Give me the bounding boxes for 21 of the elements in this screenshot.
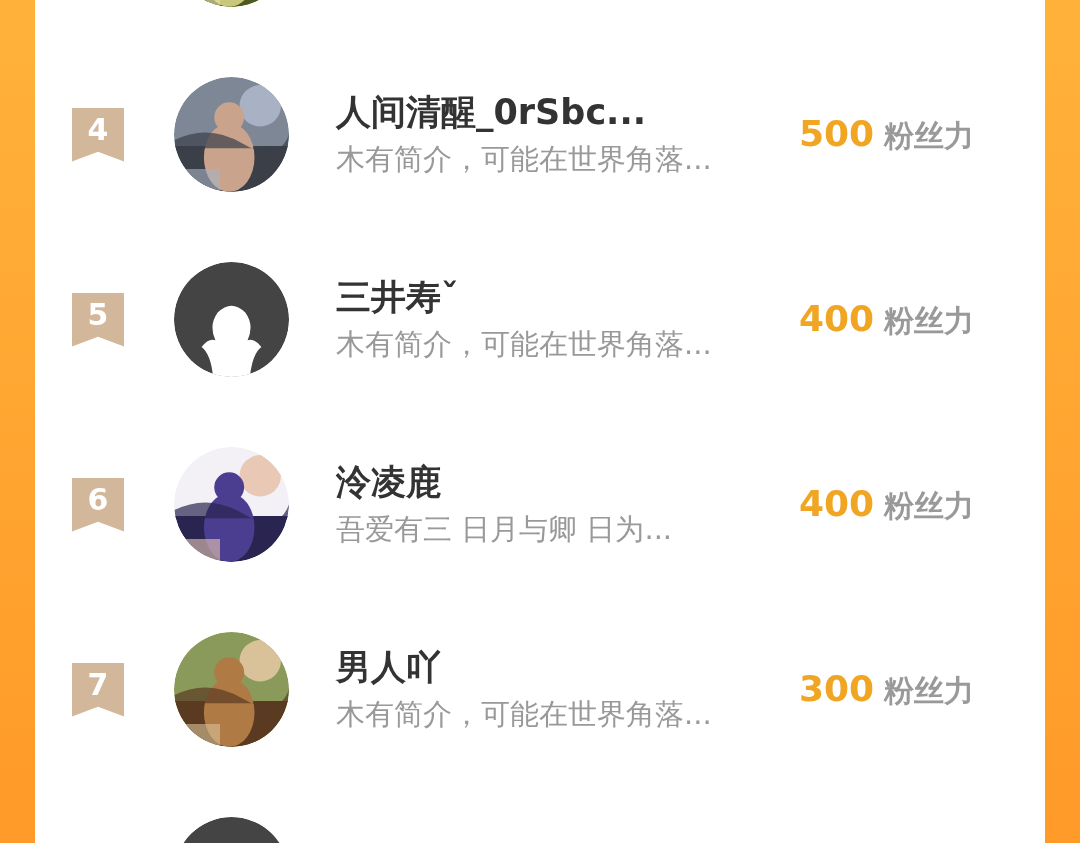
user-bio: 木有简介，可能在世界角落... xyxy=(336,141,713,178)
user-bio: 木有简介，可能在世界角落... xyxy=(336,696,713,733)
rank-badge: 7 xyxy=(72,662,124,717)
fan-score: 400 xyxy=(799,297,875,339)
score-unit: 粉丝力 xyxy=(884,487,975,523)
user-bio: 木有简介，可能在世界角落... xyxy=(336,326,713,363)
user-name: 三井寿ˇ xyxy=(336,276,460,319)
score-unit: 粉丝力 xyxy=(884,117,975,153)
user-name: 男人吖 xyxy=(336,646,442,689)
user-bio: 吾爱有三 日月与卿 日为... xyxy=(336,511,674,548)
score-unit: 粉丝力 xyxy=(884,672,975,708)
rank-badge: 6 xyxy=(72,477,124,532)
user-name: 泠凌鹿 xyxy=(336,461,442,504)
default-avatar-icon xyxy=(174,262,289,377)
fan-score: 400 xyxy=(799,482,875,524)
user-name: 人间清醒_0rSbc... xyxy=(336,91,647,134)
fan-score: 300 xyxy=(799,667,875,709)
rank-badge: 4 xyxy=(72,107,124,162)
score-unit: 粉丝力 xyxy=(884,302,975,338)
rank-badge: 5 xyxy=(72,292,124,347)
fan-score: 500 xyxy=(799,112,875,154)
